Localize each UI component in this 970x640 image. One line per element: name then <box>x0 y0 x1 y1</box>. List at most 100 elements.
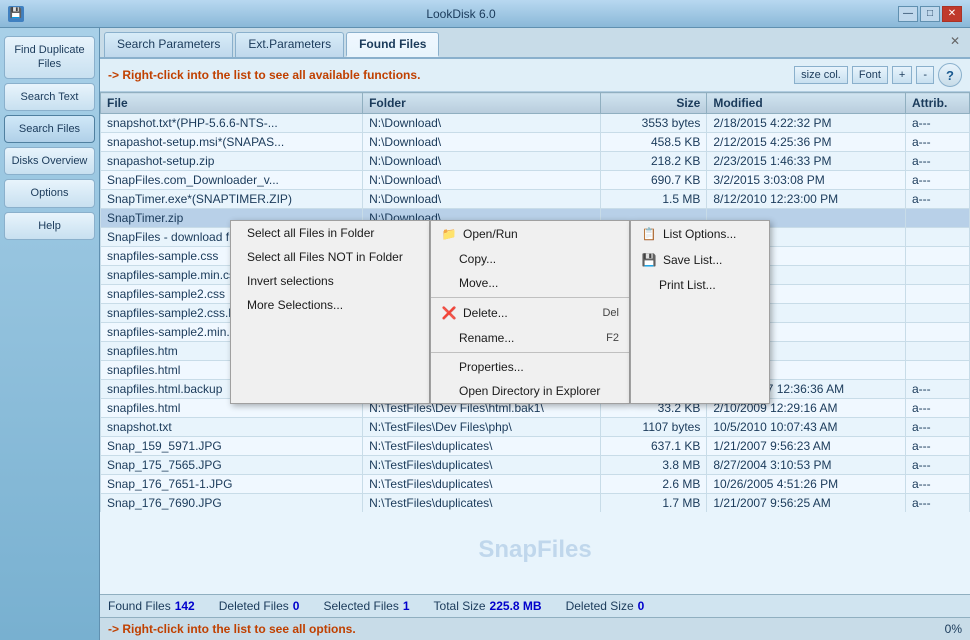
ctx-rename[interactable]: Rename... F2 <box>431 326 629 350</box>
cell-file: snapashot-setup.zip <box>101 152 363 171</box>
sidebar-item-search-text[interactable]: Search Text <box>4 83 95 111</box>
cell-size: 3553 bytes <box>601 114 707 133</box>
cell-size: 637.1 KB <box>601 437 707 456</box>
table-row[interactable]: SnapFiles.com_Downloader_v... N:\Downloa… <box>101 171 970 190</box>
deleted-size-status: Deleted Size 0 <box>566 599 645 613</box>
context-menu-overlay: Select all Files in Folder Select all Fi… <box>230 220 770 404</box>
cell-attrib <box>905 266 969 285</box>
col-header-attrib[interactable]: Attrib. <box>905 93 969 114</box>
separator-2 <box>431 352 629 353</box>
ctx-print-list[interactable]: Print List... <box>631 273 769 297</box>
cell-attrib: a--- <box>905 114 969 133</box>
ctx-open-run[interactable]: 📁 Open/Run <box>431 221 629 247</box>
minimize-button[interactable]: — <box>898 6 918 22</box>
sidebar: Find DuplicateFiles Search Text Search F… <box>0 28 100 640</box>
cell-size: 218.2 KB <box>601 152 707 171</box>
cell-modified: 2/12/2015 4:25:36 PM <box>707 133 906 152</box>
cell-attrib: a--- <box>905 475 969 494</box>
open-run-icon: 📁 <box>441 226 457 242</box>
ctx-copy[interactable]: Copy... <box>431 247 629 271</box>
font-button[interactable]: Font <box>852 66 888 84</box>
cell-size: 1107 bytes <box>601 418 707 437</box>
cell-folder: N:\TestFiles\duplicates\ <box>363 494 601 513</box>
cell-file: Snap_175_7565.JPG <box>101 456 363 475</box>
sidebar-item-find-duplicate[interactable]: Find DuplicateFiles <box>4 36 95 79</box>
cell-attrib: a--- <box>905 418 969 437</box>
selected-files-label: Selected Files <box>323 599 398 613</box>
col-header-folder[interactable]: Folder <box>363 93 601 114</box>
sidebar-item-help[interactable]: Help <box>4 212 95 240</box>
found-files-status: Found Files 142 <box>108 599 195 613</box>
ctx-delete[interactable]: ❌ Delete... Del <box>431 300 629 326</box>
table-row[interactable]: snapashot-setup.msi*(SNAPAS... N:\Downlo… <box>101 133 970 152</box>
ctx-move[interactable]: Move... <box>431 271 629 295</box>
context-menu-right: 📁 Open/Run Copy... Move... ❌ Delete... D… <box>430 220 630 404</box>
cell-attrib: a--- <box>905 171 969 190</box>
tab-search-parameters[interactable]: Search Parameters <box>104 32 233 57</box>
toolbar-info-text: -> Right-click into the list to see all … <box>108 68 790 82</box>
rename-shortcut: F2 <box>606 332 619 344</box>
cell-file: snapshot.txt <box>101 418 363 437</box>
cell-attrib: a--- <box>905 456 969 475</box>
ctx-more-selections[interactable]: More Selections... <box>231 293 429 317</box>
font-minus-button[interactable]: - <box>916 66 934 84</box>
tab-found-files[interactable]: Found Files <box>346 32 439 57</box>
table-row[interactable]: snapashot-setup.zip N:\Download\ 218.2 K… <box>101 152 970 171</box>
sidebar-item-search-files[interactable]: Search Files <box>4 115 95 143</box>
cell-folder: N:\Download\ <box>363 171 601 190</box>
col-header-modified[interactable]: Modified <box>707 93 906 114</box>
tab-ext-parameters[interactable]: Ext.Parameters <box>235 32 344 57</box>
cell-attrib: a--- <box>905 380 969 399</box>
ctx-save-list[interactable]: 💾 Save List... <box>631 247 769 273</box>
sidebar-item-disks-overview[interactable]: Disks Overview <box>4 147 95 175</box>
ctx-select-all-in-folder[interactable]: Select all Files in Folder <box>231 221 429 245</box>
sidebar-item-options[interactable]: Options <box>4 179 95 207</box>
ctx-properties[interactable]: Properties... <box>431 355 629 379</box>
font-plus-button[interactable]: + <box>892 66 912 84</box>
col-header-file[interactable]: File <box>101 93 363 114</box>
ctx-rename-label: Rename... <box>459 331 514 345</box>
table-row[interactable]: Snap_176_7690.JPG N:\TestFiles\duplicate… <box>101 494 970 513</box>
ctx-invert-selections[interactable]: Invert selections <box>231 269 429 293</box>
cell-folder: N:\Download\ <box>363 190 601 209</box>
ctx-select-not-in-folder[interactable]: Select all Files NOT in Folder <box>231 245 429 269</box>
cell-attrib <box>905 209 969 228</box>
ctx-list-options[interactable]: 📋 List Options... <box>631 221 769 247</box>
table-row[interactable]: Snap_175_7565.JPG N:\TestFiles\duplicate… <box>101 456 970 475</box>
deleted-size-value: 0 <box>638 599 645 613</box>
save-list-icon: 💾 <box>641 252 657 268</box>
ctx-open-directory[interactable]: Open Directory in Explorer <box>431 379 629 403</box>
deleted-size-label: Deleted Size <box>566 599 634 613</box>
separator-1 <box>431 297 629 298</box>
cell-file: snapashot-setup.msi*(SNAPAS... <box>101 133 363 152</box>
deleted-files-label: Deleted Files <box>219 599 289 613</box>
size-col-button[interactable]: size col. <box>794 66 848 84</box>
selected-files-status: Selected Files 1 <box>323 599 409 613</box>
watermark: SnapFiles <box>478 536 591 564</box>
deleted-files-value: 0 <box>293 599 300 613</box>
cell-modified: 10/26/2005 4:51:26 PM <box>707 475 906 494</box>
ctx-list-options-label: List Options... <box>663 227 736 241</box>
maximize-button[interactable]: □ <box>920 6 940 22</box>
table-row[interactable]: snapshot.txt N:\TestFiles\Dev Files\php\… <box>101 418 970 437</box>
cell-modified: 8/27/2004 3:10:53 PM <box>707 456 906 475</box>
found-files-label: Found Files <box>108 599 171 613</box>
col-header-size[interactable]: Size <box>601 93 707 114</box>
cell-attrib <box>905 304 969 323</box>
ctx-open-run-label: Open/Run <box>463 227 518 241</box>
title-bar-buttons: — □ ✕ <box>898 6 962 22</box>
tab-close-icon[interactable]: ✕ <box>944 32 966 57</box>
table-row[interactable]: snapshot.txt*(PHP-5.6.6-NTS-... N:\Downl… <box>101 114 970 133</box>
close-button[interactable]: ✕ <box>942 6 962 22</box>
help-button[interactable]: ? <box>938 63 962 87</box>
app-icon: 💾 <box>8 6 24 22</box>
table-row[interactable]: SnapTimer.exe*(SNAPTIMER.ZIP) N:\Downloa… <box>101 190 970 209</box>
table-row[interactable]: Snap_176_7651-1.JPG N:\TestFiles\duplica… <box>101 475 970 494</box>
cell-modified: 10/5/2010 10:07:43 AM <box>707 418 906 437</box>
bottom-bar-text: -> Right-click into the list to see all … <box>108 622 356 636</box>
cell-file: Snap_159_5971.JPG <box>101 437 363 456</box>
app-title: LookDisk 6.0 <box>24 7 898 21</box>
cell-folder: N:\TestFiles\duplicates\ <box>363 437 601 456</box>
table-row[interactable]: Snap_159_5971.JPG N:\TestFiles\duplicate… <box>101 437 970 456</box>
cell-folder: N:\Download\ <box>363 152 601 171</box>
